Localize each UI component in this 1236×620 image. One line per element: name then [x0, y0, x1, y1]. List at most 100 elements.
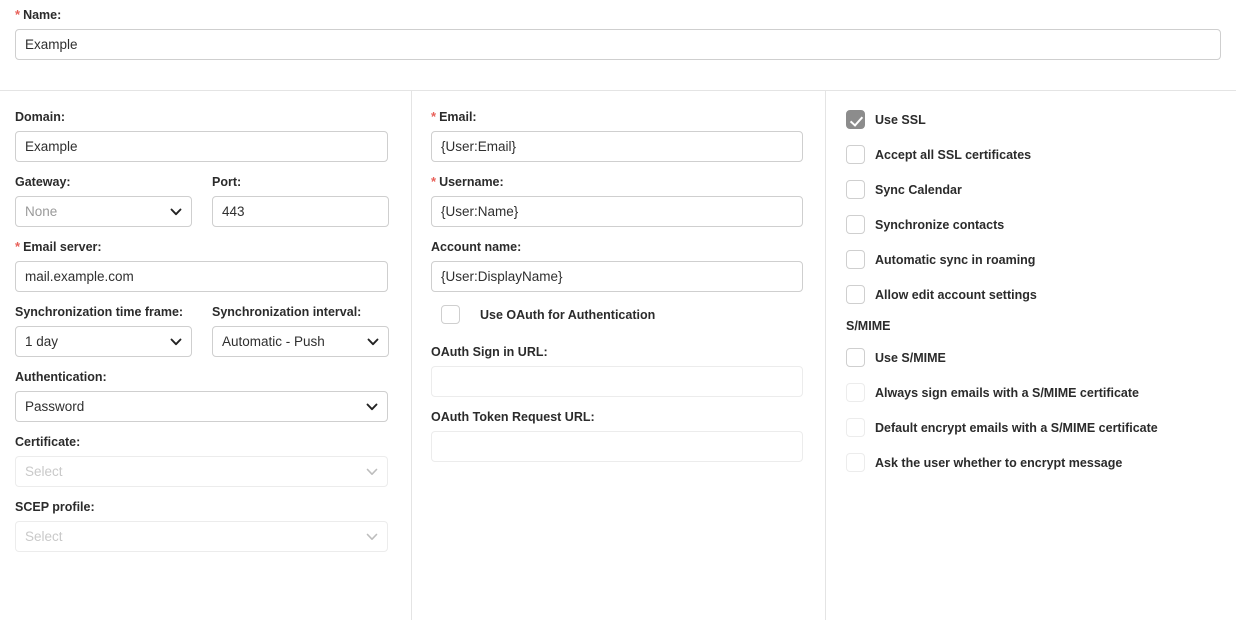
scep-profile-select[interactable]: Select: [15, 521, 388, 552]
smime-section-heading: S/MIME: [846, 319, 891, 333]
sync-interval-field-group: Synchronization interval: Automatic - Pu…: [212, 304, 389, 357]
authentication-field-group: Authentication: Password: [15, 369, 388, 422]
chevron-down-icon: [366, 401, 378, 413]
sync-calendar-label: Sync Calendar: [875, 182, 962, 197]
gateway-select[interactable]: None: [15, 196, 192, 227]
certificate-label: Certificate:: [15, 435, 81, 449]
username-field-group: * Username:: [431, 174, 803, 227]
username-label-text: Username:: [439, 175, 504, 189]
domain-label: Domain:: [15, 110, 65, 124]
use-smime-checkbox[interactable]: [846, 348, 865, 367]
chevron-down-icon: [366, 531, 378, 543]
name-label: * Name:: [15, 7, 1221, 23]
eas-configuration-form: *Name: Domain: Gateway: None: [0, 0, 1236, 620]
authentication-value: Password: [25, 399, 85, 414]
use-oauth-checkbox-row[interactable]: Use OAuth for Authentication: [431, 304, 803, 325]
accept-all-ssl-certificates-label: Accept all SSL certificates: [875, 147, 1032, 162]
sync-calendar-checkbox-row[interactable]: Sync Calendar: [846, 179, 1221, 200]
sync-interval-value: Automatic - Push: [222, 334, 325, 349]
username-input[interactable]: [431, 196, 803, 227]
chevron-down-icon: [170, 336, 182, 348]
sync-time-frame-value: 1 day: [25, 334, 59, 349]
use-oauth-checkbox[interactable]: [441, 305, 460, 324]
chevron-down-icon: [367, 336, 379, 348]
accept-all-ssl-certificates-checkbox[interactable]: [846, 145, 865, 164]
required-asterisk-icon: *: [431, 174, 437, 189]
always-sign-emails-checkbox[interactable]: [846, 383, 865, 402]
port-label: Port:: [212, 175, 242, 189]
authentication-select[interactable]: Password: [15, 391, 388, 422]
chevron-down-icon: [170, 206, 182, 218]
ask-user-encrypt-message-label: Ask the user whether to encrypt message: [875, 455, 1123, 470]
synchronize-contacts-label: Synchronize contacts: [875, 217, 1005, 232]
name-field-group: * Name:: [0, 0, 1236, 90]
oauth-sign-in-url-label: OAuth Sign in URL:: [431, 345, 548, 359]
gateway-field-group: Gateway: None: [15, 174, 192, 227]
domain-input[interactable]: [15, 131, 388, 162]
columns-container: Domain: Gateway: None Port:: [0, 91, 1236, 620]
scep-profile-label: SCEP profile:: [15, 500, 95, 514]
ask-user-encrypt-message-checkbox-row[interactable]: Ask the user whether to encrypt message: [846, 452, 1221, 473]
accept-all-ssl-certificates-checkbox-row[interactable]: Accept all SSL certificates: [846, 144, 1221, 165]
default-encrypt-emails-checkbox-row[interactable]: Default encrypt emails with a S/MIME cer…: [846, 417, 1221, 438]
email-server-label-text: Email server:: [23, 240, 102, 254]
username-label: * Username:: [431, 174, 803, 190]
oauth-token-request-url-label: OAuth Token Request URL:: [431, 410, 595, 424]
use-ssl-label: Use SSL: [875, 112, 926, 127]
certificate-field-group: Certificate: Select: [15, 434, 388, 487]
synchronize-contacts-checkbox-row[interactable]: Synchronize contacts: [846, 214, 1221, 235]
automatic-sync-in-roaming-label: Automatic sync in roaming: [875, 252, 1036, 267]
allow-edit-account-settings-checkbox-row[interactable]: Allow edit account settings: [846, 284, 1221, 305]
account-name-label: Account name:: [431, 240, 522, 254]
oauth-sign-in-url-field-group: OAuth Sign in URL:: [431, 344, 803, 397]
sync-interval-label: Synchronization interval:: [212, 305, 362, 319]
email-server-input[interactable]: [15, 261, 388, 292]
account-name-field-group: Account name:: [431, 239, 803, 292]
middle-column: *Email: *Username: Account name: Use OAu…: [411, 91, 825, 620]
use-ssl-checkbox[interactable]: [846, 110, 865, 129]
ask-user-encrypt-message-checkbox[interactable]: [846, 453, 865, 472]
sync-time-frame-select[interactable]: 1 day: [15, 326, 192, 357]
email-label-text: Email:: [439, 110, 477, 124]
sync-calendar-checkbox[interactable]: [846, 180, 865, 199]
use-oauth-label: Use OAuth for Authentication: [480, 307, 656, 322]
sync-time-frame-label: Synchronization time frame:: [15, 305, 184, 319]
account-name-input[interactable]: [431, 261, 803, 292]
domain-field-group: Domain:: [15, 109, 388, 162]
use-ssl-checkbox-row[interactable]: Use SSL: [846, 109, 1221, 130]
required-asterisk-icon: *: [15, 239, 21, 254]
email-input[interactable]: [431, 131, 803, 162]
left-column: Domain: Gateway: None Port:: [0, 91, 411, 620]
use-smime-checkbox-row[interactable]: Use S/MIME: [846, 347, 1221, 368]
sync-time-frame-field-group: Synchronization time frame: 1 day: [15, 304, 192, 357]
always-sign-emails-checkbox-row[interactable]: Always sign emails with a S/MIME certifi…: [846, 382, 1221, 403]
authentication-label: Authentication:: [15, 370, 107, 384]
required-asterisk-icon: *: [431, 109, 437, 124]
oauth-sign-in-url-input[interactable]: [431, 366, 803, 397]
gateway-port-row: Gateway: None Port:: [15, 174, 389, 227]
oauth-token-request-url-input[interactable]: [431, 431, 803, 462]
email-label: * Email:: [431, 109, 803, 125]
allow-edit-account-settings-checkbox[interactable]: [846, 285, 865, 304]
port-field-group: Port:: [212, 174, 389, 227]
gateway-select-value: None: [25, 204, 58, 219]
certificate-value: Select: [25, 464, 63, 479]
automatic-sync-in-roaming-checkbox-row[interactable]: Automatic sync in roaming: [846, 249, 1221, 270]
oauth-token-request-url-field-group: OAuth Token Request URL:: [431, 409, 803, 462]
port-input[interactable]: [212, 196, 389, 227]
allow-edit-account-settings-label: Allow edit account settings: [875, 287, 1037, 302]
certificate-select[interactable]: Select: [15, 456, 388, 487]
email-server-label: * Email server:: [15, 239, 388, 255]
default-encrypt-emails-label: Default encrypt emails with a S/MIME cer…: [875, 420, 1158, 435]
automatic-sync-in-roaming-checkbox[interactable]: [846, 250, 865, 269]
scep-profile-field-group: SCEP profile: Select: [15, 499, 388, 552]
name-input[interactable]: [15, 29, 1221, 60]
email-field-group: * Email:: [431, 109, 803, 162]
synchronize-contacts-checkbox[interactable]: [846, 215, 865, 234]
sync-interval-select[interactable]: Automatic - Push: [212, 326, 389, 357]
right-column: Use SSL Accept all SSL certificates Sync…: [825, 91, 1236, 620]
default-encrypt-emails-checkbox[interactable]: [846, 418, 865, 437]
use-smime-label: Use S/MIME: [875, 350, 946, 365]
required-asterisk-icon: *: [15, 7, 21, 22]
always-sign-emails-label: Always sign emails with a S/MIME certifi…: [875, 385, 1139, 400]
